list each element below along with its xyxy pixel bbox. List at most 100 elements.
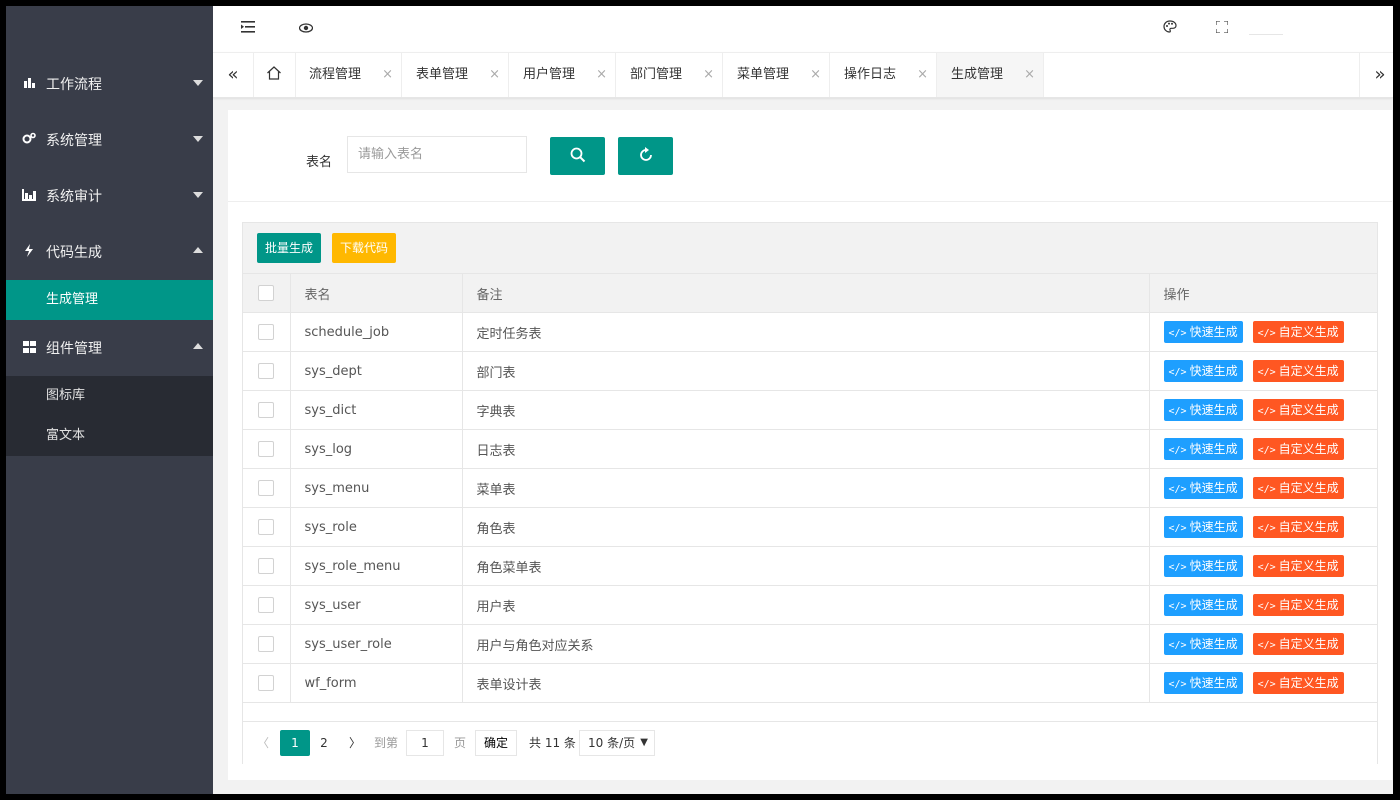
goto-suffix: 页 [454, 736, 467, 750]
custom-generate-button[interactable]: </> 自定义生成 [1252, 555, 1344, 577]
actions-cell: </> 快速生成 </> 自定义生成 [1149, 390, 1377, 430]
sidebar-item-audit[interactable]: 系统审计 [6, 168, 213, 224]
goto-page-input[interactable] [406, 730, 444, 756]
row-checkbox[interactable] [258, 636, 275, 652]
eye-icon[interactable] [297, 20, 315, 38]
quick-generate-label: 快速生成 [1189, 442, 1238, 456]
goto-confirm-button[interactable]: 确定 [475, 730, 518, 756]
custom-generate-button[interactable]: </> 自定义生成 [1252, 321, 1344, 343]
close-icon[interactable]: × [1024, 53, 1035, 97]
next-page-icon[interactable]: 〉 [349, 730, 365, 756]
row-checkbox[interactable] [258, 519, 275, 535]
custom-generate-button[interactable]: </> 自定义生成 [1252, 438, 1344, 460]
goto-prefix: 到第 [374, 736, 399, 750]
tab-label: 部门管理 [630, 67, 683, 82]
custom-generate-button[interactable]: </> 自定义生成 [1252, 516, 1344, 538]
quick-generate-button[interactable]: </> 快速生成 [1163, 321, 1243, 343]
row-checkbox[interactable] [258, 480, 275, 496]
code-icon: </> [1168, 406, 1187, 417]
search-button[interactable] [550, 137, 605, 175]
close-icon[interactable]: × [703, 53, 714, 97]
quick-generate-button[interactable]: </> 快速生成 [1163, 516, 1243, 538]
sidebar-subitem-generate[interactable]: 生成管理 [6, 280, 213, 320]
tab-departments[interactable]: 部门管理 × [616, 53, 723, 97]
quick-generate-button[interactable]: </> 快速生成 [1163, 594, 1243, 616]
quick-generate-button[interactable]: </> 快速生成 [1163, 438, 1243, 460]
sidebar-item-components[interactable]: 组件管理 [6, 320, 213, 376]
page-2[interactable]: 2 [309, 730, 339, 756]
quick-generate-button[interactable]: </> 快速生成 [1163, 399, 1243, 421]
quick-generate-button[interactable]: </> 快速生成 [1163, 672, 1243, 694]
tab-workflow[interactable]: 流程管理 × [295, 53, 402, 97]
custom-generate-button[interactable]: </> 自定义生成 [1252, 633, 1344, 655]
table-name: sys_role_menu [304, 558, 401, 574]
quick-generate-button[interactable]: </> 快速生成 [1163, 633, 1243, 655]
table-row: sys_user 用户表 </> 快速生成 </> 自定义生成 [243, 585, 1377, 625]
batch-generate-button[interactable]: 批量生成 [257, 233, 322, 263]
row-checkbox[interactable] [258, 441, 275, 457]
quick-generate-button[interactable]: </> 快速生成 [1163, 555, 1243, 577]
table-body: schedule_job 定时任务表 </> 快速生成 </> 自定义生成 sys_dept… [243, 312, 1377, 703]
custom-generate-label: 自定义生成 [1278, 403, 1339, 417]
code-icon: </> [1168, 445, 1187, 456]
sidebar-item-workflow[interactable]: 工作流程 [6, 56, 213, 112]
close-icon[interactable]: × [810, 53, 821, 97]
custom-generate-button[interactable]: </> 自定义生成 [1252, 594, 1344, 616]
column-header: 操作 [1149, 274, 1377, 313]
tab-forms[interactable]: 表单管理 × [402, 53, 509, 97]
sidebar-subitem-richtext[interactable]: 富文本 [6, 416, 213, 456]
custom-generate-button[interactable]: </> 自定义生成 [1252, 360, 1344, 382]
table-comment: 角色表 [476, 521, 516, 537]
search-label: 表名 [306, 155, 333, 170]
tabs-next-icon[interactable]: » [1359, 53, 1393, 97]
tab-users[interactable]: 用户管理 × [509, 53, 616, 97]
custom-generate-label: 自定义生成 [1278, 325, 1339, 339]
row-checkbox[interactable] [258, 363, 275, 379]
row-checkbox[interactable] [258, 597, 275, 613]
sidebar-item-system[interactable]: 系统管理 [6, 112, 213, 168]
select-all-checkbox[interactable] [258, 285, 275, 301]
search-input[interactable] [347, 136, 527, 173]
tabs-prev-icon[interactable]: « [213, 53, 254, 97]
reset-button[interactable] [618, 137, 673, 175]
download-code-button[interactable]: 下载代码 [332, 233, 397, 263]
table-row: sys_dept 部门表 </> 快速生成 </> 自定义生成 [243, 351, 1377, 391]
fullscreen-icon[interactable] [1213, 20, 1231, 38]
row-checkbox-cell [243, 468, 291, 508]
comment-cell: 部门表 [462, 351, 1150, 391]
palette-icon[interactable] [1161, 20, 1179, 38]
quick-generate-button[interactable]: </> 快速生成 [1163, 477, 1243, 499]
pagination: 〈 1 2 〉 到第 页 确定 共 11 条 10 条/页 ▼ [243, 721, 1377, 764]
table-name-cell: sys_user [290, 585, 463, 625]
close-icon[interactable]: × [917, 53, 928, 97]
sidebar-subitem-icons[interactable]: 图标库 [6, 376, 213, 416]
custom-generate-button[interactable]: </> 自定义生成 [1252, 477, 1344, 499]
close-icon[interactable]: × [382, 53, 393, 97]
table-row: sys_dict 字典表 </> 快速生成 </> 自定义生成 [243, 390, 1377, 430]
sidebar-item-codegen[interactable]: 代码生成 [6, 224, 213, 280]
row-checkbox[interactable] [258, 558, 275, 574]
tab-logs[interactable]: 操作日志 × [830, 53, 937, 97]
header-checkbox-cell [243, 274, 291, 313]
table-name: schedule_job [304, 324, 390, 340]
page-size-select[interactable]: 10 条/页 ▼ [579, 730, 655, 756]
custom-generate-button[interactable]: </> 自定义生成 [1252, 672, 1344, 694]
close-icon[interactable]: × [489, 53, 500, 97]
quick-generate-label: 快速生成 [1189, 559, 1238, 573]
table-name-cell: sys_log [290, 429, 463, 469]
prev-page-icon[interactable]: 〈 [257, 730, 273, 756]
table-name-cell: sys_user_role [290, 624, 463, 664]
page-1[interactable]: 1 [280, 730, 310, 756]
row-checkbox[interactable] [258, 675, 275, 691]
tab-generate[interactable]: 生成管理 × [937, 53, 1044, 97]
menu-collapse-icon[interactable] [239, 20, 257, 38]
tab-menus[interactable]: 菜单管理 × [723, 53, 830, 97]
search-icon [570, 147, 586, 166]
table-comment: 表单设计表 [476, 677, 542, 693]
tab-home[interactable] [253, 53, 296, 97]
custom-generate-button[interactable]: </> 自定义生成 [1252, 399, 1344, 421]
row-checkbox[interactable] [258, 324, 275, 340]
row-checkbox[interactable] [258, 402, 275, 418]
quick-generate-button[interactable]: </> 快速生成 [1163, 360, 1243, 382]
close-icon[interactable]: × [596, 53, 607, 97]
